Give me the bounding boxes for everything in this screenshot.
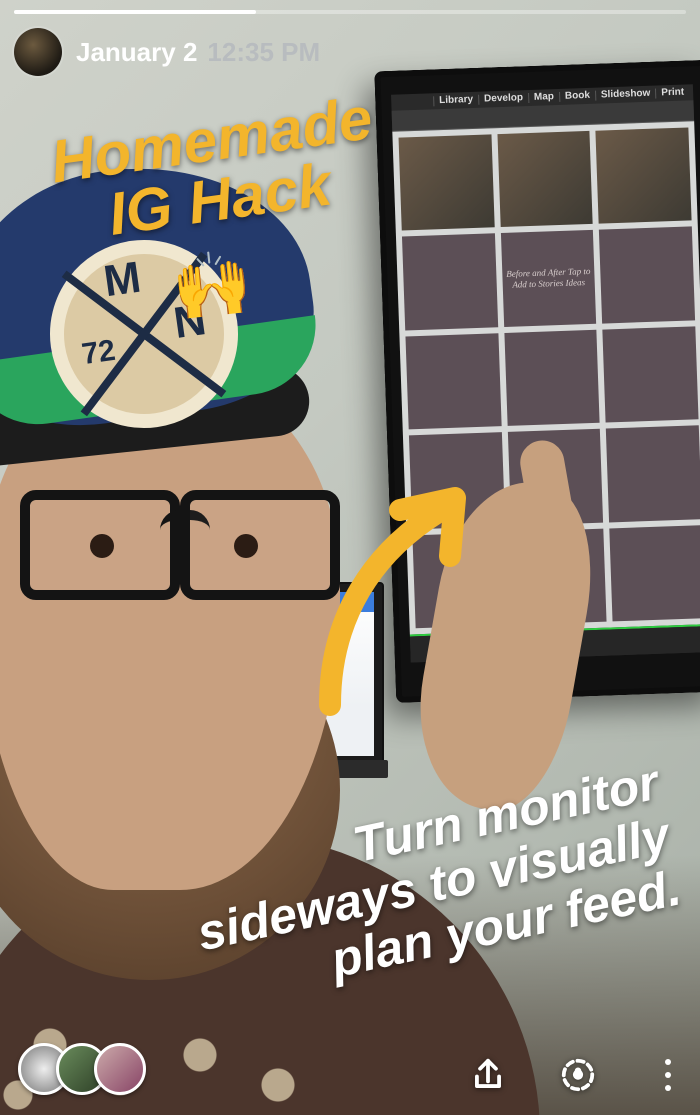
grid-cell (405, 333, 501, 430)
eye (234, 534, 258, 558)
story-timestamp: January 2 12:35 PM (76, 37, 320, 68)
cap-number: 72 (80, 336, 117, 370)
grid-cell (603, 326, 699, 423)
lr-tab-slideshow: Slideshow (595, 89, 656, 101)
glasses-right-lens (180, 490, 340, 600)
lr-tab-library: Library (433, 95, 478, 107)
instagram-story-viewer: Library Develop Map Book Slideshow Print… (0, 0, 700, 1115)
story-time: 12:35 PM (207, 37, 320, 68)
grid-cell (596, 127, 692, 224)
share-icon[interactable] (466, 1053, 510, 1097)
grid-cell (497, 131, 593, 228)
story-header[interactable]: January 2 12:35 PM (14, 28, 320, 76)
grid-cell (610, 525, 700, 622)
cap-letter-m: M (101, 256, 143, 305)
lr-tab-map: Map (528, 92, 559, 103)
story-progress-bar[interactable] (14, 10, 686, 14)
highlight-ring-icon[interactable] (556, 1053, 600, 1097)
raised-hands-emoji: 🙌 (168, 244, 255, 327)
grid-cell-caption: Before and After Tap to Add to Stories I… (501, 230, 597, 327)
story-actions (466, 1053, 690, 1097)
lr-tab-print: Print (655, 87, 689, 98)
lr-tab-book: Book (559, 91, 595, 102)
person-glasses (20, 490, 340, 580)
glasses-left-lens (20, 490, 180, 600)
avatar[interactable] (14, 28, 62, 76)
viewers-stack[interactable] (18, 1043, 146, 1095)
grid-cell (599, 227, 695, 324)
lr-tab-develop: Develop (478, 93, 528, 105)
viewer-avatar[interactable] (94, 1043, 146, 1095)
grid-cell (399, 134, 495, 231)
story-date: January 2 (76, 37, 197, 68)
grid-cell (606, 425, 700, 522)
grid-cell (402, 234, 498, 331)
eye (90, 534, 114, 558)
more-menu-icon[interactable] (646, 1053, 690, 1097)
grid-cell (504, 330, 600, 427)
kebab-dots (665, 1059, 671, 1091)
